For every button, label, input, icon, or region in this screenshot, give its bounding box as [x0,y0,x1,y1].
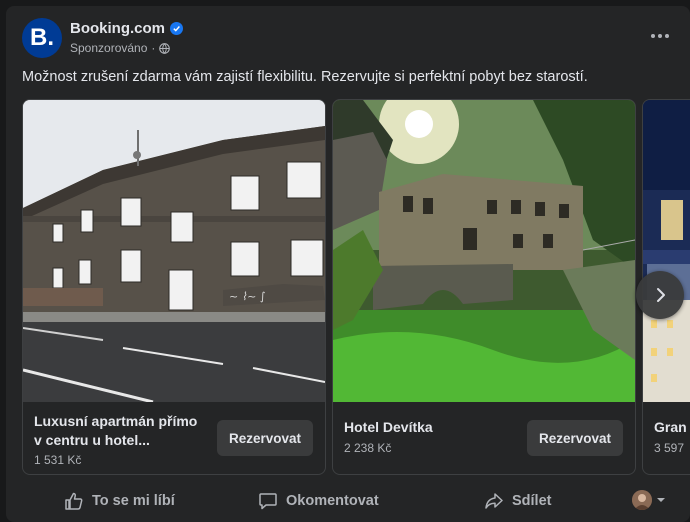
reserve-button[interactable]: Rezervovat [216,420,313,456]
card-info: Gran 3 597 [643,402,690,474]
card-title[interactable]: Gran [654,418,690,437]
share-arrow-icon [485,493,503,509]
card-info: Hotel Devítka 2 238 Kč Rezervovat [333,402,635,474]
profile-avatar [632,490,652,510]
caret-down-icon [657,498,665,502]
carousel-card[interactable]: Hotel Devítka 2 238 Kč Rezervovat [332,99,636,475]
more-dot-icon [651,34,655,38]
sponsored-post: B. Booking.com Sponzorováno · Možnost zr… [6,6,690,522]
card-title[interactable]: Hotel Devítka [344,418,514,437]
hotel-ruins-photo[interactable] [333,100,635,402]
post-actions-bar: To se mi líbí Okomentovat Sdílet [6,480,690,522]
carousel-next-button[interactable] [636,271,684,319]
post-message: Možnost zrušení zdarma vám zajistí flexi… [22,69,588,85]
reserve-button[interactable]: Rezervovat [526,420,623,456]
brand-name[interactable]: Booking.com [70,20,165,37]
more-options-button[interactable] [646,24,674,48]
like-button[interactable]: To se mi líbí [64,484,175,518]
carousel-card[interactable]: ~ ⌇~ ∫ Luxusní apartmán přímo v centru u… [22,99,326,475]
comment-bubble-icon [259,493,277,510]
globe-icon [159,42,171,54]
booking-logo-avatar[interactable]: B. [22,18,62,58]
comment-label: Okomentovat [286,493,379,509]
thumbs-up-icon [65,492,83,510]
sponsored-label[interactable]: Sponzorováno [70,41,147,55]
like-label: To se mi líbí [92,493,175,509]
apartment-building-photo[interactable]: ~ ⌇~ ∫ [23,100,325,402]
brand-line: Booking.com [70,20,184,37]
card-info: Luxusní apartmán přímo v centru u hotel.… [23,402,325,474]
more-dot-icon [665,34,669,38]
meta-separator: · [151,41,156,55]
more-dot-icon [658,34,662,38]
comment-button[interactable]: Okomentovat [258,484,379,518]
chevron-right-icon [657,288,665,302]
svg-text:~ ⌇~ ∫: ~ ⌇~ ∫ [229,290,266,303]
post-meta: Sponzorováno · [70,41,171,55]
card-price: 2 238 Kč [344,441,392,455]
share-label: Sdílet [512,493,552,509]
post-header: B. Booking.com Sponzorováno · [22,18,674,62]
city-night-photo[interactable] [643,100,690,402]
profile-switcher-button[interactable] [632,490,666,510]
verified-badge-icon [170,22,184,35]
share-button[interactable]: Sdílet [484,484,551,518]
card-price: 3 597 [654,441,685,455]
logo-letter: B. [30,24,54,51]
card-title[interactable]: Luxusní apartmán přímo v centru u hotel.… [34,412,204,450]
ad-carousel: ~ ⌇~ ∫ Luxusní apartmán přímo v centru u… [22,99,690,475]
card-price: 1 531 Kč [34,453,82,467]
